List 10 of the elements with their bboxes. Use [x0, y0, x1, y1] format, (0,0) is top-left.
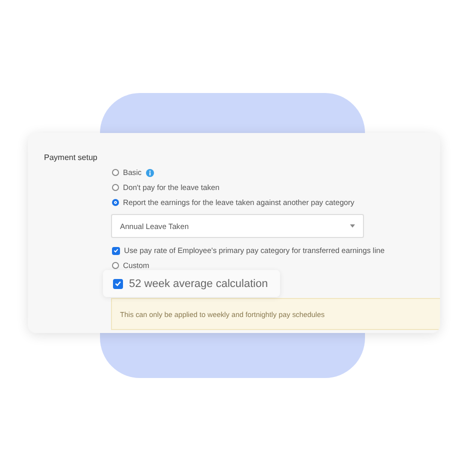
radio-button[interactable] [112, 184, 119, 191]
checkbox[interactable] [112, 246, 120, 254]
radio-button[interactable] [112, 262, 119, 269]
caret-icon [350, 224, 355, 228]
checkbox-label: 52 week average calculation [129, 278, 268, 290]
section-title: Payment setup [44, 153, 98, 162]
checkbox[interactable] [113, 278, 123, 288]
radio-button[interactable] [112, 169, 119, 176]
radio-button[interactable] [112, 199, 119, 206]
info-icon[interactable] [146, 168, 154, 176]
